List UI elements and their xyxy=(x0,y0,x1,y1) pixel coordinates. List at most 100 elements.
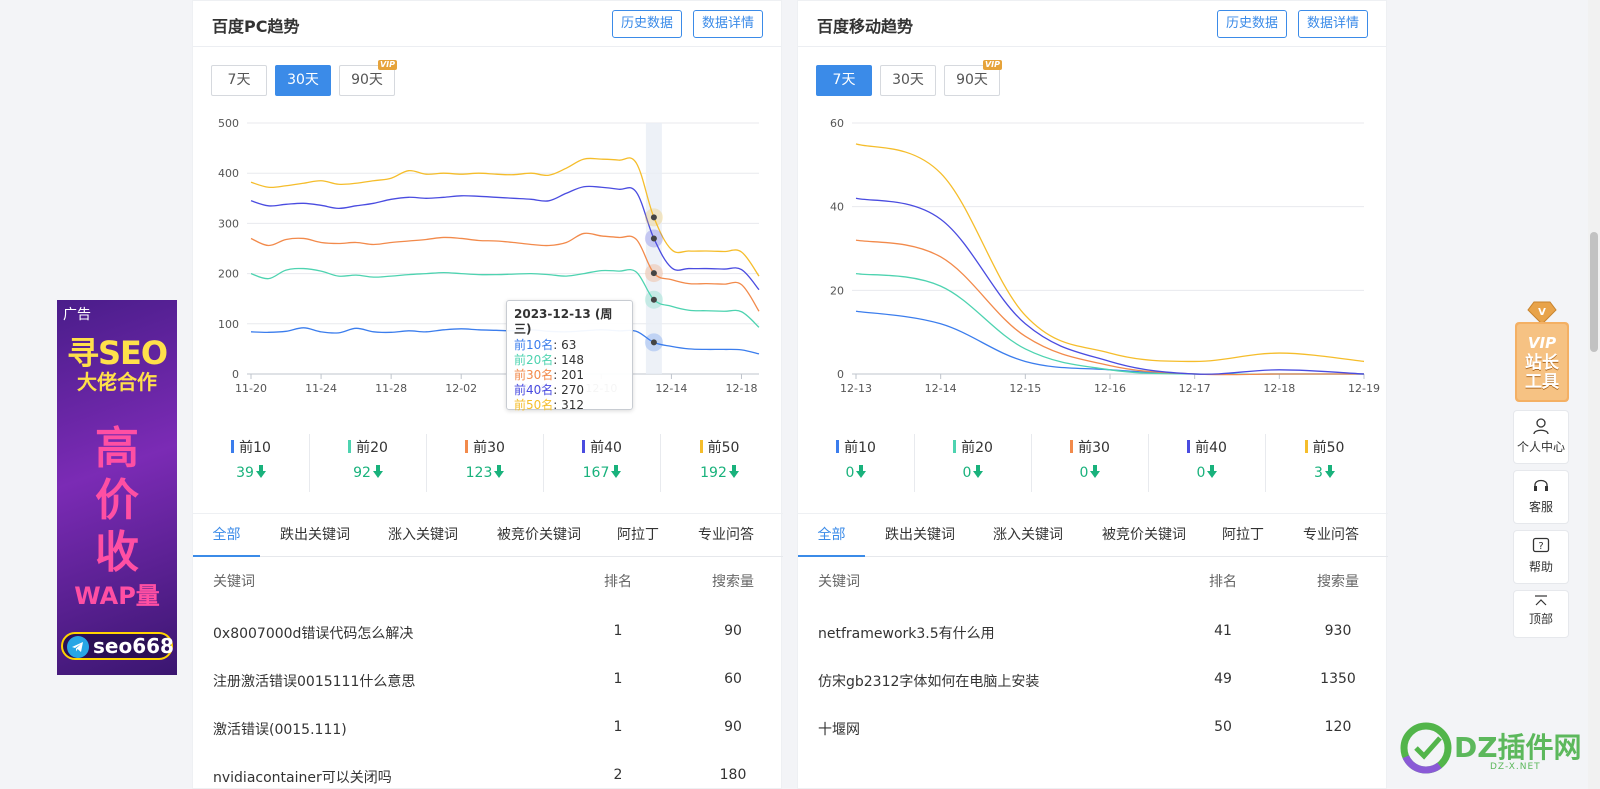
pc-trend-card: 百度PC趋势 历史数据 数据详情 7天 30天 90天 VIP 0 100 200 30… xyxy=(192,0,783,789)
personal-center-button[interactable]: 个人中心 xyxy=(1513,410,1569,464)
series-line-前50[interactable] xyxy=(250,157,760,277)
table-row[interactable]: nvidiacontainer可以关闭吗 2 180 xyxy=(193,754,783,789)
tab-5[interactable]: 专业问答 xyxy=(1279,514,1383,557)
keyword-cell[interactable]: 激活错误(0015.111) xyxy=(213,719,347,739)
volume-cell: 180 xyxy=(719,767,747,783)
x-tick-label: 12-15 xyxy=(1009,382,1041,395)
vip-label: VIP xyxy=(1527,334,1557,352)
range-30d-button[interactable]: 30天 xyxy=(880,65,936,96)
legend-label: 前50 xyxy=(707,440,740,456)
help-button[interactable]: ? 帮助 xyxy=(1513,530,1569,584)
tab-0[interactable]: 全部 xyxy=(798,514,865,557)
scrollbar-thumb[interactable] xyxy=(1590,232,1598,352)
tab-2[interactable]: 涨入关键词 xyxy=(370,514,476,557)
legend-item[interactable]: 前10 0 xyxy=(798,434,915,492)
volume-cell: 90 xyxy=(724,623,742,639)
series-line-前20[interactable] xyxy=(855,272,1364,375)
watermark-sub: DZ-X.NET xyxy=(1490,762,1541,772)
page-scrollbar[interactable] xyxy=(1588,0,1600,789)
legend-value: 0 xyxy=(915,465,1031,481)
range-30d-button[interactable]: 30天 xyxy=(275,65,331,96)
legend-value-text: 123 xyxy=(465,465,493,481)
table-header: 关键词 排名 搜索量 xyxy=(798,561,1388,597)
tab-3[interactable]: 被竞价关键词 xyxy=(1081,514,1207,557)
keyword-cell[interactable]: netframework3.5有什么用 xyxy=(818,623,995,643)
vip-tool-button[interactable]: V VIP 站长工具 xyxy=(1513,300,1571,404)
legend-item[interactable]: 前20 92 xyxy=(310,434,427,492)
keyword-cell[interactable]: nvidiacontainer可以关闭吗 xyxy=(213,767,392,787)
legend-item[interactable]: 前30 0 xyxy=(1032,434,1149,492)
tab-2[interactable]: 涨入关键词 xyxy=(975,514,1081,557)
series-line-前40[interactable] xyxy=(855,197,1365,375)
legend-item[interactable]: 前20 0 xyxy=(915,434,1032,492)
ad-banner[interactable]: 广告 寻SEO 大佬合作 高 价 收 WAP量 seo668 xyxy=(57,300,177,675)
tab-0[interactable]: 全部 xyxy=(193,514,260,557)
table-row[interactable]: netframework3.5有什么用 41 930 xyxy=(798,610,1388,658)
series-line-前10[interactable] xyxy=(250,327,760,355)
back-to-top-button[interactable]: 顶部 xyxy=(1513,590,1569,638)
table-row[interactable]: 激活错误(0015.111) 1 90 xyxy=(193,706,783,754)
keyword-cell[interactable]: 仿宋gb2312字体如何在电脑上安装 xyxy=(818,671,1039,691)
side-label: 个人中心 xyxy=(1516,440,1565,454)
legend-item[interactable]: 前30 123 xyxy=(427,434,544,492)
card-title: 百度PC趋势 xyxy=(212,17,300,36)
vip-badge: VIP xyxy=(377,60,397,70)
tab-4[interactable]: 阿拉丁 xyxy=(602,514,674,557)
col-keyword: 关键词 xyxy=(213,574,255,590)
tooltip-row-label: 前50名 xyxy=(514,398,554,412)
rank-cell: 1 xyxy=(613,671,623,687)
y-tick-label: 0 xyxy=(837,368,844,381)
legend-label: 前20 xyxy=(961,440,993,456)
data-detail-button[interactable]: 数据详情 xyxy=(1298,10,1369,38)
range-90d-button[interactable]: 90天 VIP xyxy=(944,60,1002,96)
chart-tooltip: 2023-12-13 (周三) 前10名: 63 前20名: 148 前30名: 2… xyxy=(506,300,633,412)
tab-3[interactable]: 被竞价关键词 xyxy=(476,514,602,557)
tab-1[interactable]: 跌出关键词 xyxy=(865,514,975,557)
y-tick-label: 20 xyxy=(830,284,844,297)
legend-item[interactable]: 前50 3 xyxy=(1266,434,1383,492)
table-row[interactable]: 仿宋gb2312字体如何在电脑上安装 49 1350 xyxy=(798,658,1388,706)
ad-subline: 大佬合作 xyxy=(77,370,157,394)
table-row[interactable]: 0x8007000d错误代码怎么解决 1 90 xyxy=(193,610,783,658)
y-tick-label: 40 xyxy=(830,201,844,214)
highlight-point xyxy=(650,214,657,221)
keyword-cell[interactable]: 注册激活错误0015111什么意思 xyxy=(213,671,415,691)
series-line-前30[interactable] xyxy=(250,232,760,312)
table-row[interactable]: 注册激活错误0015111什么意思 1 60 xyxy=(193,658,783,706)
history-data-button[interactable]: 历史数据 xyxy=(1217,10,1288,38)
x-tick-label: 12-17 xyxy=(1179,382,1211,395)
x-tick-label: 12-16 xyxy=(1094,382,1126,395)
range-7d-button[interactable]: 7天 xyxy=(816,65,872,96)
mobile-trend-chart[interactable]: 0 20 40 60 12-13 12-14 12-15 12-16 12-17 12-18 12-… xyxy=(798,111,1388,411)
legend-name: 前30 xyxy=(1032,437,1148,457)
legend-name: 前50 xyxy=(1266,437,1383,457)
pc-trend-chart[interactable]: 010020030040050011-2011-2411-2812-0212-0… xyxy=(193,111,783,411)
data-detail-button[interactable]: 数据详情 xyxy=(693,10,764,38)
legend-item[interactable]: 前40 167 xyxy=(544,434,661,492)
history-data-button[interactable]: 历史数据 xyxy=(612,10,683,38)
legend-label: 前20 xyxy=(356,440,388,456)
tooltip-row: 前30名: 201 xyxy=(514,368,585,382)
table-row[interactable]: 十堰网 50 120 xyxy=(798,706,1388,754)
arrow-down-icon xyxy=(1090,465,1101,478)
tooltip-row-value: 270 xyxy=(561,383,585,397)
tab-5[interactable]: 专业问答 xyxy=(674,514,778,557)
keyword-cell[interactable]: 十堰网 xyxy=(818,719,860,739)
range-90d-button[interactable]: 90天 VIP xyxy=(339,60,397,96)
legend-item[interactable]: 前10 39 xyxy=(193,434,310,492)
legend-color-bar xyxy=(1187,440,1191,453)
keyword-cell[interactable]: 0x8007000d错误代码怎么解决 xyxy=(213,623,413,643)
legend-value: 0 xyxy=(798,465,914,481)
series-line-前20[interactable] xyxy=(250,267,760,328)
legend-item[interactable]: 前40 0 xyxy=(1149,434,1266,492)
col-volume: 搜索量 xyxy=(712,574,754,590)
range-7d-button[interactable]: 7天 xyxy=(211,65,267,96)
legend-label: 前40 xyxy=(1195,440,1227,456)
tab-4[interactable]: 阿拉丁 xyxy=(1207,514,1279,557)
legend-item[interactable]: 前50 192 xyxy=(661,434,778,492)
x-tick-label: 11-20 xyxy=(235,382,267,395)
arrow-down-icon xyxy=(611,465,622,478)
customer-service-button[interactable]: 客服 xyxy=(1513,470,1569,524)
tab-1[interactable]: 跌出关键词 xyxy=(260,514,370,557)
rank-cell: 41 xyxy=(1214,623,1232,639)
